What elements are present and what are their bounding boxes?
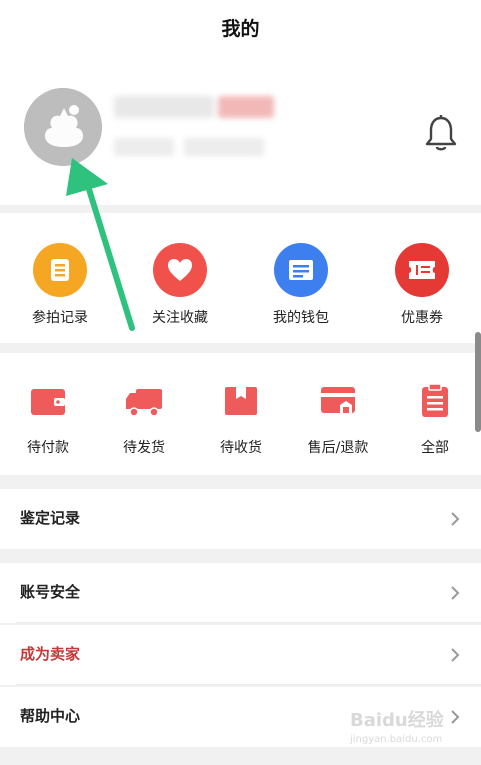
divider — [16, 684, 481, 685]
divider — [16, 622, 481, 623]
bell-icon[interactable] — [424, 114, 458, 152]
package-icon — [225, 387, 257, 415]
order-status-bar: 待付款 待发货 待收货 售后/退款 全部 — [0, 353, 481, 475]
user-info-blurred — [114, 138, 174, 156]
truck-icon — [126, 389, 162, 417]
order-label: 待收货 — [220, 440, 262, 456]
menu-become-seller[interactable]: 成为卖家 — [0, 625, 481, 685]
wallet-icon — [31, 389, 65, 415]
heart-icon — [153, 243, 207, 297]
chevron-right-icon — [451, 648, 460, 662]
quick-item-wallet[interactable]: 我的钱包 — [251, 243, 351, 327]
watermark-url: jingyan.baidu.com — [350, 734, 443, 745]
scrollbar[interactable] — [475, 332, 481, 432]
order-pending-payment[interactable]: 待付款 — [0, 383, 98, 457]
user-tag-blurred — [218, 96, 274, 118]
ticket-icon — [395, 243, 449, 297]
user-info-blurred — [184, 138, 264, 156]
menu-label: 帮助中心 — [20, 707, 81, 725]
menu-label: 账号安全 — [20, 583, 81, 601]
order-pending-shipment[interactable]: 待发货 — [94, 383, 194, 457]
username-blurred — [114, 96, 214, 118]
quick-item-label: 关注收藏 — [152, 310, 208, 326]
list-icon — [33, 243, 87, 297]
menu-appraisal-records[interactable]: 鉴定记录 — [0, 489, 481, 549]
watermark: Baidu经验 jingyan.baidu.com — [350, 706, 460, 760]
menu-label: 鉴定记录 — [20, 509, 81, 527]
refund-icon — [321, 387, 355, 413]
order-label: 全部 — [421, 440, 449, 456]
order-label: 待付款 — [27, 440, 69, 456]
clipboard-icon — [422, 383, 448, 417]
avatar[interactable] — [24, 88, 102, 166]
chevron-right-icon — [451, 586, 460, 600]
profile-header: 我的 — [0, 0, 481, 205]
order-pending-receipt[interactable]: 待收货 — [191, 383, 291, 457]
quick-item-label: 我的钱包 — [273, 310, 329, 326]
quick-item-label: 优惠券 — [401, 310, 443, 326]
order-after-sales[interactable]: 售后/退款 — [288, 383, 388, 457]
wallet-icon — [274, 243, 328, 297]
avatar-placeholder-icon — [24, 88, 102, 166]
order-label: 待发货 — [123, 440, 165, 456]
watermark-brand: Baidu经验 — [350, 710, 444, 731]
quick-item-coupons[interactable]: 优惠券 — [372, 243, 472, 327]
page-title: 我的 — [221, 18, 260, 40]
quick-actions: 参拍记录 关注收藏 我的钱包 优惠券 — [0, 213, 481, 343]
quick-item-label: 参拍记录 — [32, 310, 88, 326]
order-all[interactable]: 全部 — [385, 383, 481, 457]
quick-item-bidding-records[interactable]: 参拍记录 — [10, 243, 110, 327]
quick-item-favorites[interactable]: 关注收藏 — [130, 243, 230, 327]
menu-account-security[interactable]: 账号安全 — [0, 563, 481, 623]
order-label: 售后/退款 — [307, 440, 369, 456]
menu-label: 成为卖家 — [20, 645, 81, 663]
chevron-right-icon — [451, 512, 460, 526]
